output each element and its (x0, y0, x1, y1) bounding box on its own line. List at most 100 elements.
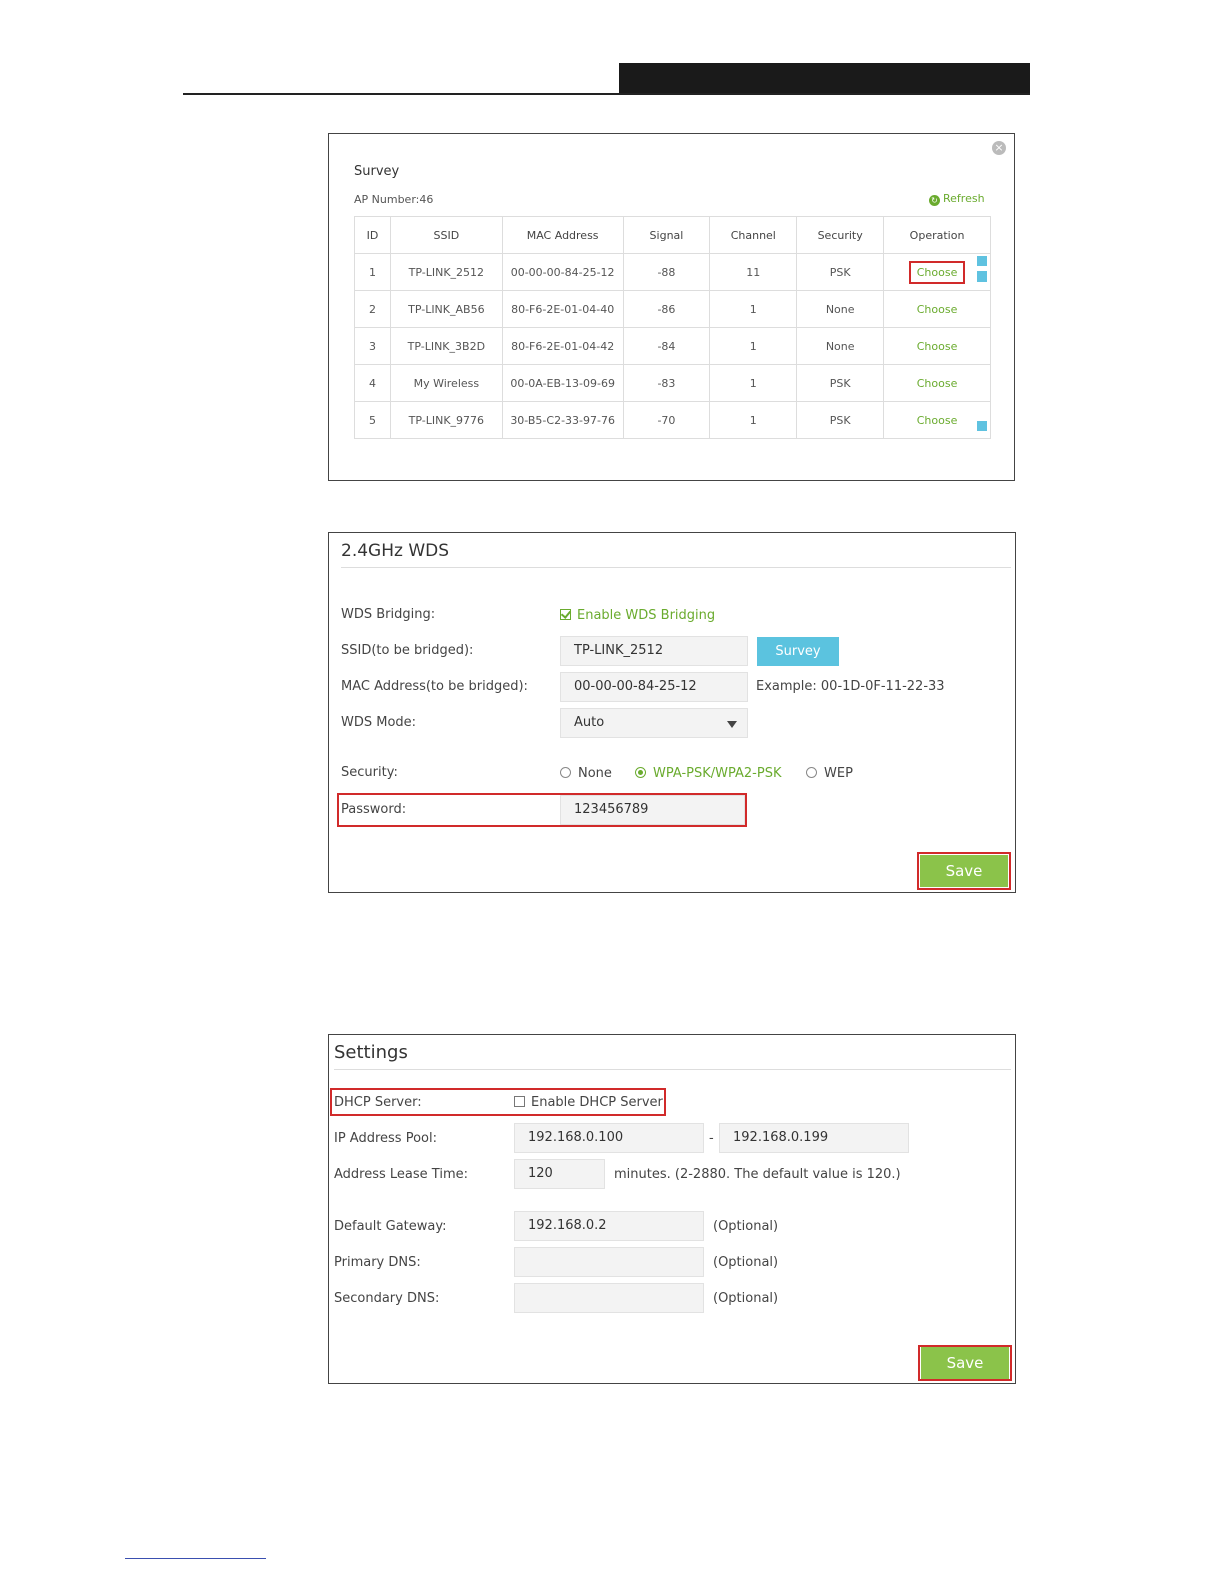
radio-icon (560, 767, 571, 778)
choose-link[interactable]: Choose (911, 374, 964, 393)
cell-channel: 1 (709, 327, 798, 365)
ip-pool-start-input[interactable]: 192.168.0.100 (514, 1123, 704, 1153)
settings-title: Settings (334, 1042, 408, 1063)
cell-id: 4 (354, 364, 391, 402)
security-radio-wpa[interactable]: WPA-PSK/WPA2-PSK (635, 766, 782, 781)
cell-operation: Choose (883, 364, 991, 402)
col-mac: MAC Address (502, 216, 624, 254)
mac-example: Example: 00-1D-0F-11-22-33 (756, 679, 945, 694)
divider (334, 1069, 1011, 1070)
cell-operation: Choose (883, 290, 991, 328)
cell-ssid: TP-LINK_AB56 (390, 290, 503, 328)
lease-time-input[interactable]: 120 (514, 1159, 605, 1189)
choose-link[interactable]: Choose (908, 260, 966, 284)
cell-channel: 1 (709, 401, 798, 439)
security-radio-none[interactable]: None (560, 766, 612, 781)
gateway-input[interactable]: 192.168.0.2 (514, 1211, 704, 1241)
ip-pool-label: IP Address Pool: (334, 1131, 437, 1146)
cell-mac: 30-B5-C2-33-97-76 (502, 401, 624, 439)
lease-time-note: minutes. (2-2880. The default value is 1… (614, 1167, 901, 1182)
cell-operation: Choose (883, 327, 991, 365)
cell-signal: -88 (623, 253, 711, 291)
ip-pool-end-input[interactable]: 192.168.0.199 (719, 1123, 909, 1153)
cell-mac: 80-F6-2E-01-04-40 (502, 290, 624, 328)
radio-label: None (578, 766, 612, 781)
cell-signal: -84 (623, 327, 711, 365)
col-channel: Channel (709, 216, 798, 254)
table-row: 5 TP-LINK_9776 30-B5-C2-33-97-76 -70 1 P… (354, 401, 991, 439)
cell-operation: Choose (883, 401, 991, 439)
wds-mode-select[interactable]: Auto (560, 708, 748, 738)
wds-title: 2.4GHz WDS (341, 541, 450, 561)
cell-mac: 00-0A-EB-13-09-69 (502, 364, 624, 402)
security-radio-wep[interactable]: WEP (806, 766, 853, 781)
cell-security: PSK (796, 364, 885, 402)
scroll-up-icon[interactable] (977, 256, 987, 266)
enable-dhcp-checkbox[interactable]: Enable DHCP Server (514, 1095, 663, 1110)
ip-pool-separator: - (709, 1131, 714, 1146)
scrollbar-thumb[interactable] (977, 271, 987, 282)
survey-title: Survey (354, 164, 400, 179)
col-signal: Signal (623, 216, 711, 254)
ssid-input[interactable]: TP-LINK_2512 (560, 636, 748, 666)
survey-table: ID SSID MAC Address Signal Channel Secur… (354, 216, 991, 439)
cell-ssid: TP-LINK_9776 (390, 401, 503, 439)
gateway-label: Default Gateway: (334, 1219, 447, 1234)
survey-dialog: × Survey AP Number:46 ↻ Refresh ID SSID M… (328, 133, 1015, 481)
mac-input[interactable]: 00-00-00-84-25-12 (560, 672, 748, 702)
cell-mac: 00-00-00-84-25-12 (502, 253, 624, 291)
password-input[interactable]: 123456789 (560, 795, 745, 825)
col-operation: Operation (883, 216, 991, 254)
header-bar (619, 63, 1030, 94)
cell-channel: 1 (709, 290, 798, 328)
enable-dhcp-label: Enable DHCP Server (531, 1095, 663, 1110)
radio-selected-icon (635, 767, 646, 778)
gateway-note: (Optional) (713, 1219, 779, 1234)
cell-security: None (796, 290, 885, 328)
survey-button[interactable]: Survey (757, 637, 839, 666)
table-row: 3 TP-LINK_3B2D 80-F6-2E-01-04-42 -84 1 N… (354, 327, 991, 365)
cell-ssid: TP-LINK_3B2D (390, 327, 503, 365)
secondary-dns-note: (Optional) (713, 1291, 779, 1306)
cell-security: None (796, 327, 885, 365)
save-button[interactable]: Save (921, 1347, 1009, 1379)
cell-id: 1 (354, 253, 391, 291)
cell-channel: 1 (709, 364, 798, 402)
secondary-dns-input[interactable] (514, 1283, 704, 1313)
col-ssid: SSID (390, 216, 503, 254)
cell-signal: -83 (623, 364, 711, 402)
settings-panel: Settings DHCP Server: Enable DHCP Server… (328, 1034, 1016, 1384)
radio-label: WEP (824, 766, 853, 781)
choose-link[interactable]: Choose (911, 411, 964, 430)
wds-mode-label: WDS Mode: (341, 715, 417, 730)
radio-label: WPA-PSK/WPA2-PSK (653, 766, 782, 781)
cell-ssid: My Wireless (390, 364, 503, 402)
divider (341, 567, 1011, 568)
wds-panel: 2.4GHz WDS WDS Bridging: Enable WDS Brid… (328, 532, 1016, 893)
ssid-label: SSID(to be bridged): (341, 643, 474, 658)
table-header-row: ID SSID MAC Address Signal Channel Secur… (354, 216, 991, 254)
enable-wds-checkbox[interactable]: Enable WDS Bridging (560, 608, 715, 623)
refresh-label: Refresh (943, 192, 985, 205)
primary-dns-note: (Optional) (713, 1255, 779, 1270)
refresh-button[interactable]: ↻ Refresh (929, 192, 985, 206)
close-icon[interactable]: × (992, 141, 1006, 155)
table-row: 1 TP-LINK_2512 00-00-00-84-25-12 -88 11 … (354, 253, 991, 291)
refresh-icon: ↻ (929, 195, 940, 206)
primary-dns-input[interactable] (514, 1247, 704, 1277)
scroll-down-icon[interactable] (977, 421, 987, 431)
wds-bridging-label: WDS Bridging: (341, 607, 436, 622)
cell-signal: -70 (623, 401, 711, 439)
cell-security: PSK (796, 401, 885, 439)
save-button[interactable]: Save (920, 855, 1008, 887)
choose-link[interactable]: Choose (911, 300, 964, 319)
cell-signal: -86 (623, 290, 711, 328)
cell-operation: Choose (883, 253, 991, 291)
checkbox-icon (514, 1096, 525, 1107)
security-label: Security: (341, 765, 398, 780)
password-label: Password: (341, 802, 407, 817)
table-row: 4 My Wireless 00-0A-EB-13-09-69 -83 1 PS… (354, 364, 991, 402)
checkbox-checked-icon (560, 609, 571, 620)
secondary-dns-label: Secondary DNS: (334, 1291, 440, 1306)
choose-link[interactable]: Choose (911, 337, 964, 356)
